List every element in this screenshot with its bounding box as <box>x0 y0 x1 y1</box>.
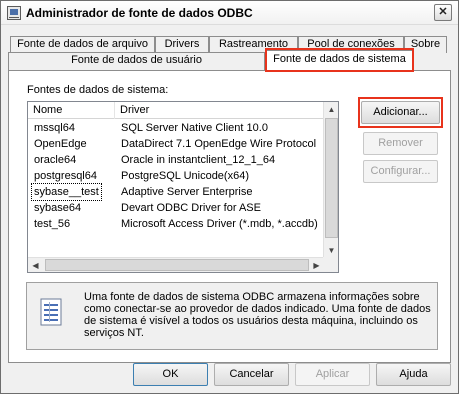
dsn-driver: SQL Server Native Client 10.0 <box>121 122 268 134</box>
column-header-name[interactable]: Nome <box>28 102 115 119</box>
close-icon: ✕ <box>438 6 448 18</box>
dsn-driver: Adaptive Server Enterprise <box>121 186 253 198</box>
title-bar[interactable]: Administrador de fonte de dados ODBC ✕ <box>1 1 458 25</box>
vertical-scrollbar[interactable]: ▲ ▼ <box>323 102 338 258</box>
dsn-name: mssql64 <box>34 122 75 134</box>
scroll-left-icon[interactable]: ◀ <box>28 258 43 273</box>
dsn-name: sybase__test <box>31 183 102 201</box>
dsn-driver: Devart ODBC Driver for ASE <box>121 202 261 214</box>
list-item[interactable]: test_56 Microsoft Access Driver (*.mdb, *… <box>28 216 326 232</box>
dsn-name: test_56 <box>34 218 71 230</box>
add-button[interactable]: Adicionar... <box>361 101 440 124</box>
section-label: Fontes de dados de sistema: <box>27 84 169 96</box>
tab-file-dsn[interactable]: Fonte de dados de arquivo <box>10 36 155 53</box>
scroll-down-icon[interactable]: ▼ <box>324 243 339 258</box>
horizontal-scrollbar[interactable]: ◀ ▶ <box>28 257 324 272</box>
scroll-right-icon[interactable]: ▶ <box>309 258 324 273</box>
remove-button[interactable]: Remover <box>363 132 438 155</box>
dsn-list[interactable]: Nome Driver mssql64 SQL Server Native Cli… <box>27 101 339 273</box>
list-header: Nome Driver <box>28 102 326 119</box>
dsn-driver: DataDirect 7.1 OpenEdge Wire Protocol <box>121 138 317 150</box>
list-item[interactable]: mssql64 SQL Server Native Client 10.0 <box>28 120 326 136</box>
scroll-up-icon[interactable]: ▲ <box>324 102 339 117</box>
window-title: Administrador de fonte de dados ODBC <box>26 6 253 20</box>
list-item[interactable]: sybase64 Devart ODBC Driver for ASE <box>28 200 326 216</box>
scroll-corner <box>323 257 338 272</box>
apply-button[interactable]: Aplicar <box>295 363 370 386</box>
help-button[interactable]: Ajuda <box>376 363 451 386</box>
info-text: Uma fonte de dados de sistema ODBC armaz… <box>84 291 431 339</box>
close-button[interactable]: ✕ <box>434 4 452 21</box>
tab-user-dsn[interactable]: Fonte de dados de usuário <box>8 52 265 70</box>
dsn-driver: Microsoft Access Driver (*.mdb, *.accdb) <box>121 218 318 230</box>
list-rows: mssql64 SQL Server Native Client 10.0 Ope… <box>28 120 326 232</box>
list-item[interactable]: OpenEdge DataDirect 7.1 OpenEdge Wire Pro… <box>28 136 326 152</box>
dsn-name: oracle64 <box>34 154 77 166</box>
dsn-driver: PostgreSQL Unicode(x64) <box>121 170 249 182</box>
app-icon <box>7 6 21 20</box>
list-item[interactable]: postgresql64 PostgreSQL Unicode(x64) <box>28 168 326 184</box>
ok-button[interactable]: OK <box>133 363 208 386</box>
info-box: Uma fonte de dados de sistema ODBC armaz… <box>26 282 438 350</box>
dsn-name: sybase64 <box>34 202 82 214</box>
dsn-driver: Oracle in instantclient_12_1_64 <box>121 154 276 166</box>
tab-system-dsn[interactable]: Fonte de dados de sistema <box>265 50 414 71</box>
configure-button[interactable]: Configurar... <box>363 160 438 183</box>
horizontal-scroll-thumb[interactable] <box>45 259 309 271</box>
dsn-name: postgresql64 <box>34 170 97 182</box>
vertical-scroll-thumb[interactable] <box>325 118 338 238</box>
dsn-name: OpenEdge <box>34 138 87 150</box>
cancel-button[interactable]: Cancelar <box>214 363 289 386</box>
odbc-admin-window: Administrador de fonte de dados ODBC ✕ F… <box>0 0 459 394</box>
list-item-focused[interactable]: sybase__test Adaptive Server Enterprise <box>28 183 326 201</box>
list-item[interactable]: oracle64 Oracle in instantclient_12_1_64 <box>28 152 326 168</box>
tab-drivers[interactable]: Drivers <box>155 36 209 53</box>
column-header-driver[interactable]: Driver <box>115 102 326 119</box>
database-info-icon <box>40 298 64 328</box>
